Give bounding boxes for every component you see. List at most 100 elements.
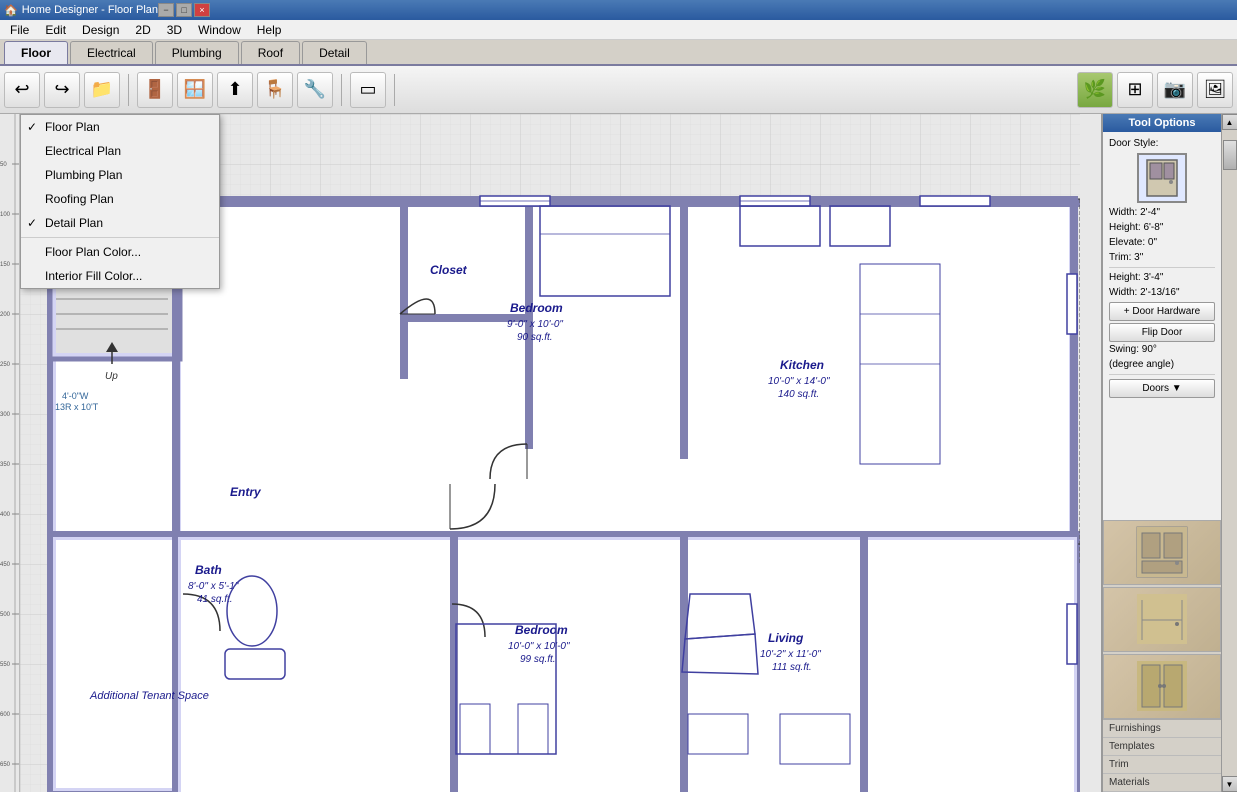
separator2: [1109, 374, 1215, 375]
menu-3d[interactable]: 3D: [159, 21, 190, 39]
dropdown-item-roofing-plan[interactable]: Roofing Plan: [21, 187, 219, 211]
toolbar-fixture[interactable]: 🔧: [297, 72, 333, 108]
tab-electrical[interactable]: Electrical: [70, 41, 153, 64]
svg-text:10'-2" x 11'-0": 10'-2" x 11'-0": [760, 649, 821, 660]
toolbar-camera[interactable]: 📷: [1157, 72, 1193, 108]
door-thumb-svg-3: [1132, 659, 1192, 714]
svg-text:14'-2": 14'-2": [1079, 384, 1080, 410]
dropdown-item-plumbing-plan[interactable]: Plumbing Plan: [21, 163, 219, 187]
tab-roof[interactable]: Roof: [241, 41, 300, 64]
svg-text:10'-0" x 10'-0": 10'-0" x 10'-0": [508, 641, 570, 652]
svg-text:250: 250: [0, 362, 11, 368]
toolbar-redo[interactable]: ↪: [44, 72, 80, 108]
svg-text:Kitchen: Kitchen: [780, 358, 824, 372]
menu-file[interactable]: File: [2, 21, 37, 39]
tab-detail[interactable]: Detail: [302, 41, 367, 64]
right-panel: Tool Options Door Style: Width: 2'-4" He…: [1101, 114, 1221, 792]
svg-text:300: 300: [0, 412, 11, 418]
door-thumb-1[interactable]: [1103, 520, 1221, 585]
title-bar-text: Home Designer - Floor Plan: [22, 4, 158, 16]
svg-text:140 sq.ft.: 140 sq.ft.: [778, 389, 819, 400]
toolbar-render[interactable]: 🖼: [1197, 72, 1233, 108]
swing-sub-label: (degree angle): [1109, 359, 1174, 370]
tool-options-header: Tool Options: [1103, 114, 1221, 132]
width2-label: Width: 2'-13/16": [1109, 287, 1180, 298]
svg-text:Bedroom: Bedroom: [515, 623, 568, 637]
dropdown-item-interior-fill-color[interactable]: Interior Fill Color...: [21, 264, 219, 288]
scroll-thumb[interactable]: [1223, 140, 1237, 170]
bottom-tab-furnishings[interactable]: Furnishings: [1103, 720, 1221, 738]
maximize-button[interactable]: □: [176, 3, 192, 17]
scroll-up-button[interactable]: ▲: [1222, 114, 1237, 130]
toolbar-furniture[interactable]: 🪑: [257, 72, 293, 108]
toolbar-sep3: [394, 74, 395, 106]
separator1: [1109, 267, 1215, 268]
dropdown-separator: [21, 237, 219, 238]
toolbar-wall[interactable]: ▭: [350, 72, 386, 108]
app-icon: 🏠: [4, 4, 18, 17]
toolbar-window[interactable]: 🪟: [177, 72, 213, 108]
toolbar-3d-view[interactable]: 🌿: [1077, 72, 1113, 108]
svg-text:4'-0"W: 4'-0"W: [62, 391, 89, 401]
tab-floor[interactable]: Floor: [4, 41, 68, 64]
doors-dropdown-button[interactable]: Doors ▼: [1109, 379, 1215, 398]
left-ruler: 50 100 150 200 250 300 350 400 450 500 5…: [0, 114, 20, 792]
door-style-preview[interactable]: [1137, 153, 1187, 203]
bottom-tab-materials[interactable]: Materials: [1103, 774, 1221, 792]
swing-sub-row: (degree angle): [1109, 359, 1215, 370]
menu-2d[interactable]: 2D: [127, 21, 158, 39]
svg-text:Bath: Bath: [195, 563, 222, 577]
menu-help[interactable]: Help: [249, 21, 290, 39]
dropdown-item-electrical-plan[interactable]: Electrical Plan: [21, 139, 219, 163]
toolbar: ↩ ↪ 📁 🚪 🪟 ⬆ 🪑 🔧 ▭ 🌿 ⊞ 📷 🖼: [0, 66, 1237, 114]
trim-row: Trim: 3": [1109, 252, 1215, 263]
svg-text:9'-0" x 10'-0": 9'-0" x 10'-0": [507, 319, 563, 330]
svg-text:550: 550: [0, 662, 11, 668]
menu-bar: File Edit Design 2D 3D Window Help: [0, 20, 1237, 40]
dropdown-item-detail-plan[interactable]: Detail Plan: [21, 211, 219, 235]
door-preview-svg: [1142, 158, 1182, 198]
width-row: Width: 2'-4": [1109, 207, 1215, 218]
svg-text:13R x 10'T: 13R x 10'T: [55, 402, 99, 412]
door-thumb-3[interactable]: [1103, 654, 1221, 719]
toolbar-door[interactable]: 🚪: [137, 72, 173, 108]
close-button[interactable]: ×: [194, 3, 210, 17]
svg-text:Closet: Closet: [430, 263, 468, 277]
height-row: Height: 6'-8": [1109, 222, 1215, 233]
door-thumb-2[interactable]: [1103, 587, 1221, 652]
svg-text:100: 100: [0, 212, 11, 218]
toolbar-folder[interactable]: 📁: [84, 72, 120, 108]
menu-window[interactable]: Window: [190, 21, 249, 39]
height2-row: Height: 3'-4": [1109, 272, 1215, 283]
scroll-down-button[interactable]: ▼: [1222, 776, 1237, 792]
flip-door-button[interactable]: Flip Door: [1109, 323, 1215, 342]
toolbar-sep1: [128, 74, 129, 106]
width-label: Width: 2'-4": [1109, 207, 1160, 218]
toolbar-stairs[interactable]: ⬆: [217, 72, 253, 108]
svg-text:Entry: Entry: [230, 485, 262, 499]
bottom-tab-templates[interactable]: Templates: [1103, 738, 1221, 756]
dropdown-item-floor-plan[interactable]: Floor Plan: [21, 115, 219, 139]
main-layout: 50 100 150 200 250 300 350 400 450 500 5…: [0, 114, 1237, 792]
door-hardware-button[interactable]: + Door Hardware: [1109, 302, 1215, 321]
bottom-tab-trim[interactable]: Trim: [1103, 756, 1221, 774]
tab-plumbing[interactable]: Plumbing: [155, 41, 239, 64]
scroll-track[interactable]: [1222, 130, 1237, 776]
width2-row: Width: 2'-13/16": [1109, 287, 1215, 298]
svg-text:Bedroom: Bedroom: [510, 301, 563, 315]
toolbar-floorplan[interactable]: ⊞: [1117, 72, 1153, 108]
svg-text:99 sq.ft.: 99 sq.ft.: [520, 654, 556, 665]
menu-design[interactable]: Design: [74, 21, 127, 39]
menu-edit[interactable]: Edit: [37, 21, 74, 39]
ruler-svg: 50 100 150 200 250 300 350 400 450 500 5…: [0, 114, 20, 792]
drawing-area[interactable]: Up 4'-0"W 13R x 10'T: [20, 114, 1101, 792]
elevate-row: Elevate: 0": [1109, 237, 1215, 248]
minimize-button[interactable]: −: [158, 3, 174, 17]
svg-text:150: 150: [0, 262, 11, 268]
toolbar-undo[interactable]: ↩: [4, 72, 40, 108]
dropdown-item-floor-plan-color[interactable]: Floor Plan Color...: [21, 240, 219, 264]
title-bar: 🏠 Home Designer - Floor Plan − □ ×: [0, 0, 1237, 20]
door-style-label: Door Style:: [1109, 138, 1158, 149]
height-label: Height: 6'-8": [1109, 222, 1163, 233]
window-controls: − □ ×: [158, 3, 210, 17]
